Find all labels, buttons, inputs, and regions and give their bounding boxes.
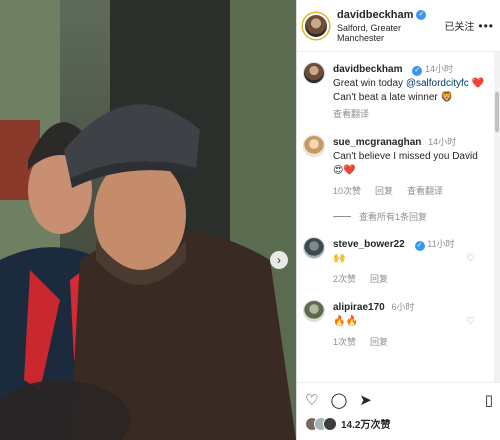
likes-summary[interactable]: 14.2万次赞 [297, 408, 500, 431]
post-header: davidbeckham ✓ Salford, Greater Manchest… [297, 0, 500, 52]
post-location[interactable]: Salford, Greater Manchester [337, 23, 444, 43]
comment-time: 6小时 [391, 302, 415, 312]
post-panel: davidbeckham ✓ Salford, Greater Manchest… [296, 0, 500, 440]
comment-item: alipirae170 6小时 🔥🔥 1次赞 回复 ♡ [297, 286, 493, 349]
caption-text-2: Can't beat a late winner [333, 92, 441, 103]
comment-likes[interactable]: 2次赞 [333, 272, 356, 286]
replies-divider [333, 216, 351, 217]
like-heart-icon[interactable]: ♡ [305, 393, 318, 408]
author-info: davidbeckham ✓ Salford, Greater Manchest… [337, 9, 444, 43]
comment-time: 11小时 [427, 239, 455, 249]
commenter-username[interactable]: steve_bower22 [333, 239, 405, 250]
reply-button[interactable]: 回复 [370, 272, 388, 286]
post-photo[interactable]: › [0, 0, 296, 440]
like-comment-heart-icon[interactable]: ♡ [466, 316, 475, 327]
post-actions: ♡ ◯ ➤ ▯ 14.2万次赞 [297, 382, 500, 440]
caption-time: 14小时 [425, 64, 454, 74]
comment-likes[interactable]: 1次赞 [333, 335, 356, 349]
share-icon[interactable]: ➤ [359, 393, 372, 408]
comment-item: sue_mcgranaghan 14小时 Can't believe I mis… [297, 121, 493, 198]
following-button[interactable]: 已关注 [444, 18, 474, 33]
instagram-post-window: › davidbeckham ✓ Salford, Greater Manche… [0, 0, 500, 440]
commenter-avatar[interactable] [303, 300, 325, 322]
likes-count[interactable]: 14.2万次赞 [341, 416, 390, 431]
comment-text: Can't believe I missed you David 😍❤️ [333, 151, 478, 176]
like-comment-heart-icon[interactable]: ♡ [466, 151, 475, 162]
caption-username[interactable]: davidbeckham [333, 64, 402, 75]
commenter-avatar[interactable] [303, 135, 325, 157]
comment-text: 🙌 [333, 253, 346, 264]
verified-icon: ✓ [414, 241, 425, 251]
commenter-username[interactable]: sue_mcgranaghan [333, 137, 421, 148]
scrollbar-thumb[interactable] [495, 92, 499, 132]
view-replies[interactable]: 查看所有1条回复 [297, 198, 493, 223]
caption-avatar[interactable] [303, 62, 325, 84]
lion-emoji: 🦁 [440, 92, 453, 103]
chevron-right-icon: › [277, 253, 281, 267]
photo-illustration [0, 0, 296, 440]
view-replies-label: 查看所有1条回复 [359, 212, 428, 222]
reply-button[interactable]: 回复 [370, 335, 388, 349]
more-options-icon[interactable]: ••• [478, 19, 494, 33]
liker-avatar [323, 416, 337, 431]
author-avatar[interactable] [303, 12, 329, 39]
like-comment-heart-icon[interactable]: ♡ [466, 253, 475, 264]
commenter-username[interactable]: alipirae170 [333, 302, 385, 313]
reply-button[interactable]: 回复 [375, 184, 393, 198]
verified-icon: ✓ [412, 66, 423, 76]
caption: davidbeckham ✓ 14小时 Great win today @sal… [297, 52, 493, 121]
bookmark-icon[interactable]: ▯ [485, 393, 493, 408]
comment-likes[interactable]: 10次赞 [333, 184, 361, 198]
comment-icon[interactable]: ◯ [330, 393, 347, 408]
comments-scrollbar[interactable] [494, 52, 500, 382]
commenter-avatar[interactable] [303, 237, 325, 259]
next-photo-button[interactable]: › [270, 251, 288, 269]
comment-text: 🔥🔥 [333, 316, 358, 327]
heart-emoji: ❤️ [471, 78, 484, 89]
caption-translate-link[interactable]: 查看翻译 [333, 107, 369, 121]
comment-time: 14小时 [428, 137, 457, 147]
caption-text-1: Great win today [333, 78, 406, 89]
verified-icon: ✓ [416, 9, 427, 20]
translate-link[interactable]: 查看翻译 [407, 184, 443, 198]
caption-mention[interactable]: @salfordcityfc [406, 78, 469, 89]
comment-item: steve_bower22 ✓ 11小时 🙌 2次赞 回复 ♡ [297, 223, 493, 286]
author-username[interactable]: davidbeckham [337, 9, 413, 21]
comments-list: davidbeckham ✓ 14小时 Great win today @sal… [297, 52, 493, 382]
